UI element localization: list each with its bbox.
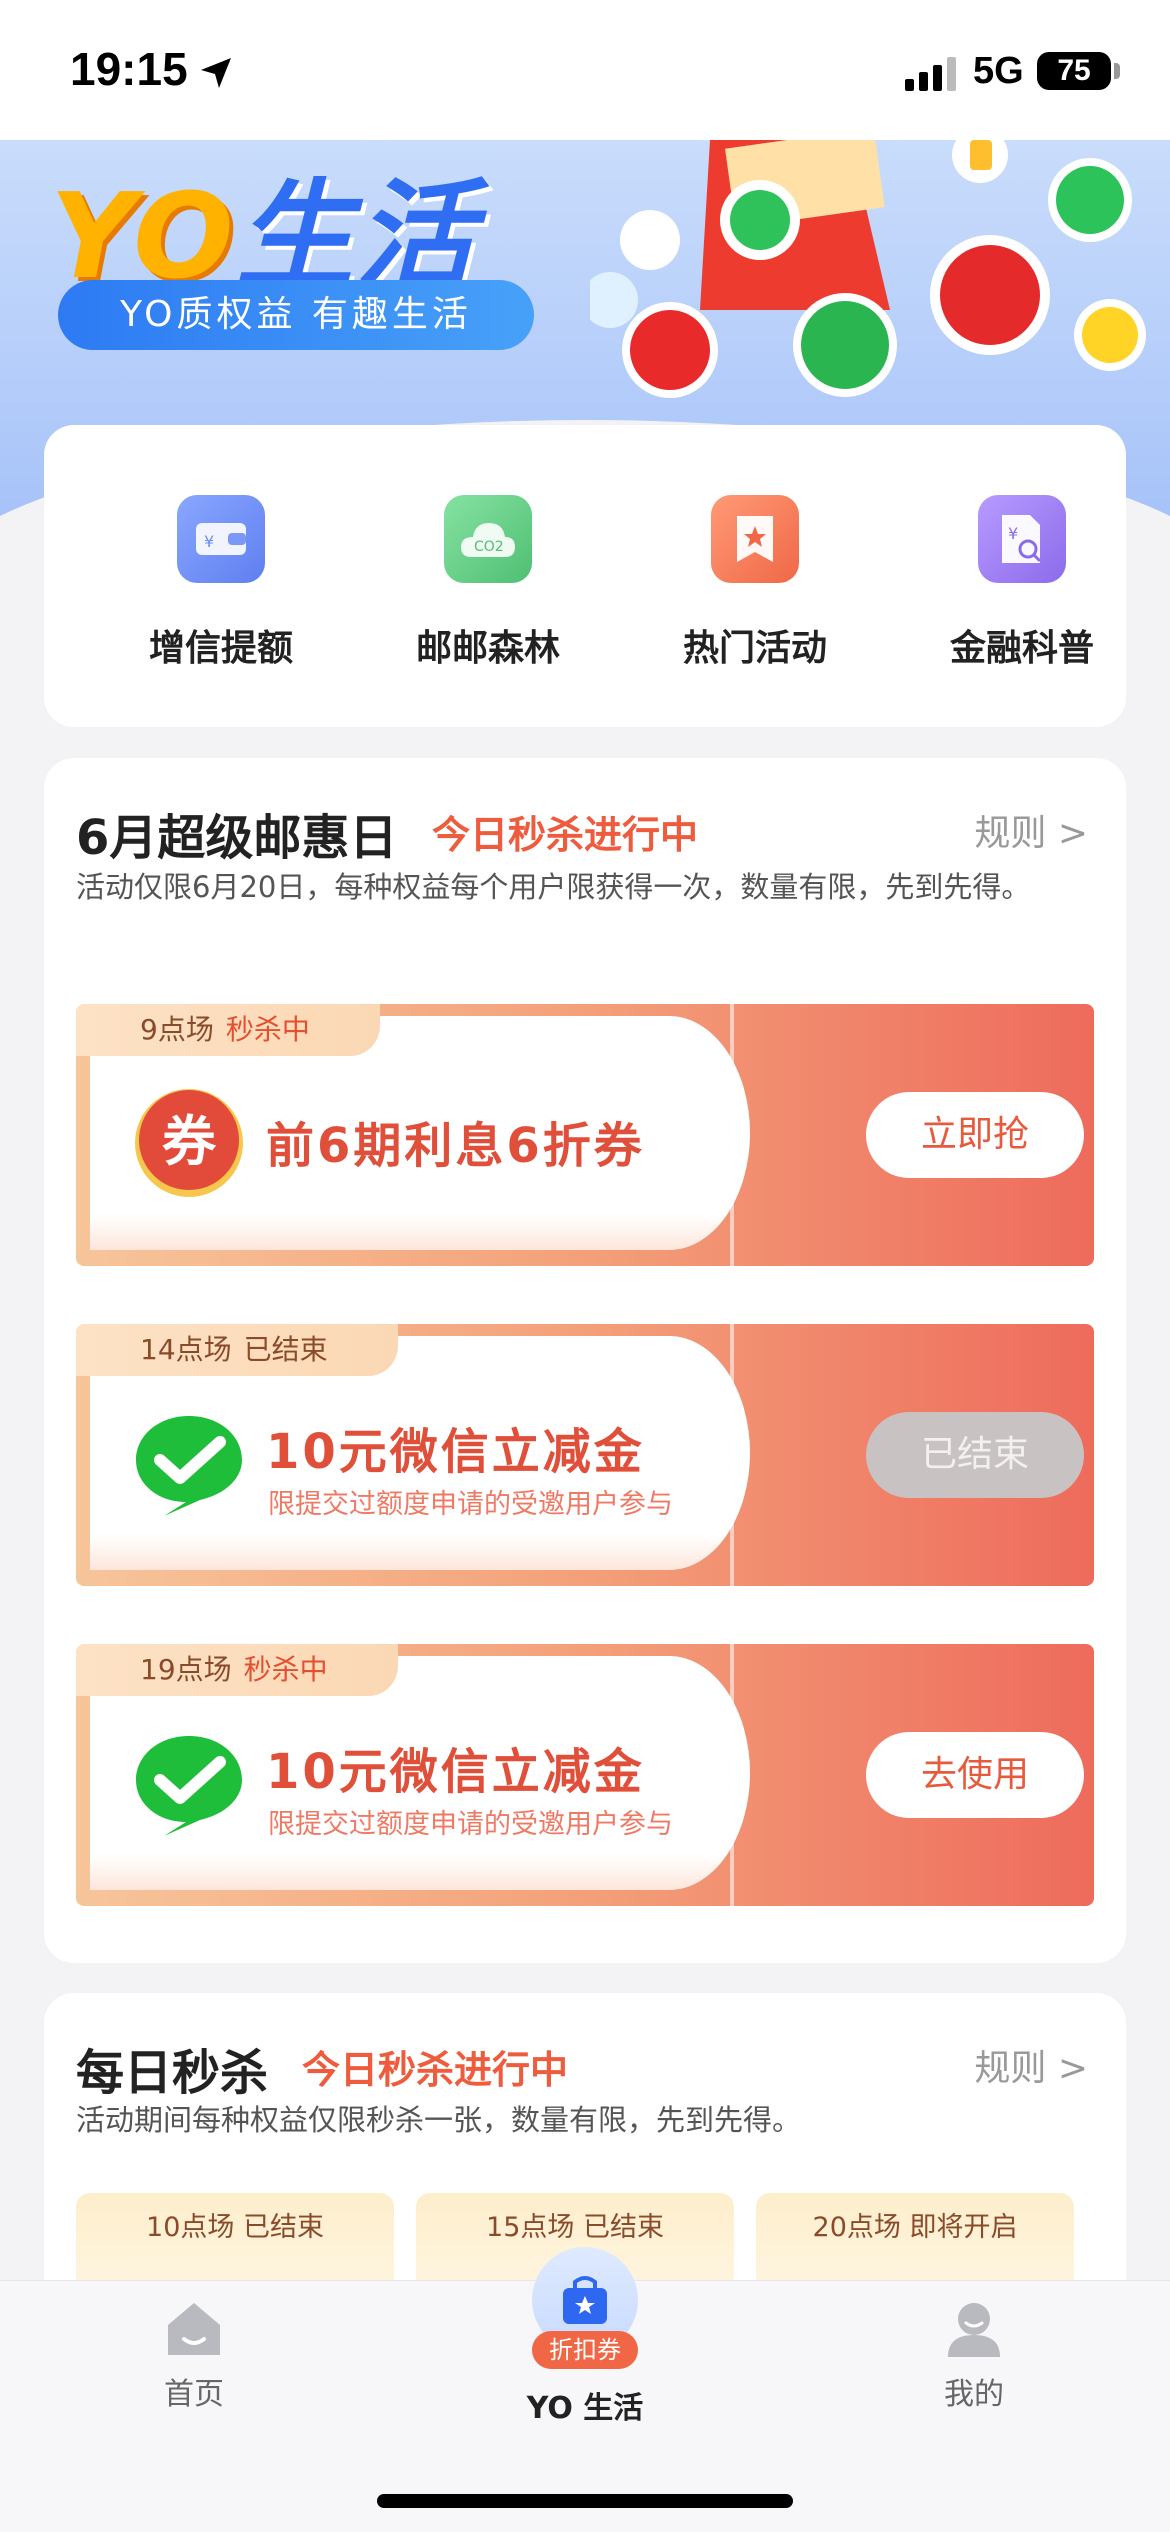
section-title: 每日秒杀 (76, 2045, 269, 2101)
section-hot-label: 今日秒杀进行中 (302, 2048, 569, 2092)
coupon-name: 前6期利息6折券 (266, 1118, 645, 1174)
quick-item-credit[interactable]: ¥ 增信提额 (121, 495, 321, 671)
coupon-card: 9点场 秒杀中 券 前6期利息6折券 立即抢 (76, 1004, 1094, 1266)
quick-label: 热门活动 (682, 628, 827, 669)
network-type: 5G (973, 50, 1024, 92)
co2-cloud-icon: CO2 (444, 495, 532, 583)
wallet-icon: ¥ (177, 495, 265, 583)
use-now-button[interactable]: 去使用 (866, 1732, 1084, 1818)
coupon-divider (730, 1324, 734, 1586)
tab-label: 我的 (944, 2377, 1004, 2412)
quick-menu: ¥ 增信提额 CO2 邮邮森林 热门活动 ¥ 金融科普 (44, 425, 1126, 727)
coupon-icon: 券 (135, 1089, 243, 1197)
coupon-slot-tag: 19点场 秒杀中 (76, 1644, 398, 1696)
coupon-divider (730, 1644, 734, 1906)
profile-icon (948, 2303, 1000, 2357)
coupon-state: 秒杀中 (225, 1013, 310, 1046)
section-title: 6月超级邮惠日 (76, 810, 398, 866)
section-hot-label: 今日秒杀进行中 (432, 813, 699, 857)
grab-now-button[interactable]: 立即抢 (866, 1092, 1084, 1178)
rules-link[interactable]: 规则 > (974, 804, 1088, 856)
svg-text:券: 券 (162, 1110, 217, 1173)
quick-label: 增信提额 (148, 628, 293, 669)
battery-cap (1114, 63, 1120, 79)
status-time: 19:15 (70, 43, 188, 95)
hero-illustration (590, 140, 1146, 398)
coupon-divider (730, 1004, 734, 1266)
coupon-slot-tag: 9点场 秒杀中 (76, 1004, 380, 1056)
coupon-state: 秒杀中 (243, 1653, 328, 1686)
home-icon (168, 2303, 220, 2355)
tab-yo-life-label[interactable]: YO 生活 (485, 2377, 685, 2427)
coupon-slot: 19点场 (140, 1653, 232, 1686)
svg-text:CO2: CO2 (474, 539, 504, 555)
quick-item-events[interactable]: 热门活动 (655, 495, 855, 671)
coupon-slot: 9点场 (140, 1013, 214, 1046)
coupon-state: 已结束 (243, 1333, 328, 1366)
finance-doc-icon: ¥ (978, 495, 1066, 583)
wechat-icon (136, 1736, 242, 1836)
shopping-bag-icon (563, 2276, 607, 2324)
coupon-name: 10元微信立减金 (266, 1424, 645, 1480)
coupon-note: 限提交过额度申请的受邀用户参与 (268, 1489, 673, 1520)
ended-button[interactable]: 已结束 (866, 1412, 1084, 1498)
battery-icon: 75 (1037, 52, 1111, 90)
home-indicator (377, 2494, 793, 2508)
status-bar: 19:15 5G 75 (0, 0, 1170, 140)
coupon-card: 19点场 秒杀中 10元微信立减金 限提交过额度申请的受邀用户参与 去使用 (76, 1644, 1094, 1906)
hero-subtitle: YO质权益 有趣生活 (58, 280, 534, 350)
coupon-card: 14点场 已结束 10元微信立减金 限提交过额度申请的受邀用户参与 已结束 (76, 1324, 1094, 1586)
slot-label: 20点场 即将开启 (812, 2212, 1018, 2243)
coupon-slot: 14点场 (140, 1333, 232, 1366)
rules-link[interactable]: 规则 > (974, 2039, 1088, 2091)
slot-label: 15点场 已结束 (486, 2212, 664, 2243)
tab-label: YO 生活 (526, 2391, 644, 2426)
slot-label: 10点场 已结束 (146, 2212, 324, 2243)
location-arrow-icon (201, 58, 231, 88)
tab-label: 首页 (164, 2377, 224, 2412)
quick-item-forest[interactable]: CO2 邮邮森林 (388, 495, 588, 671)
section-desc: 活动仅限6月20日，每种权益每个用户限获得一次，数量有限，先到先得。 (76, 870, 1031, 904)
section-desc: 活动期间每种权益仅限秒杀一张，数量有限，先到先得。 (76, 2103, 802, 2137)
signal-icon (905, 57, 956, 91)
quick-item-finance[interactable]: ¥ 金融科普 (922, 495, 1122, 671)
quick-label: 邮邮森林 (415, 628, 560, 669)
svg-text:¥: ¥ (1008, 524, 1018, 543)
tab-home[interactable]: 首页 (94, 2299, 294, 2413)
coupon-name: 10元微信立减金 (266, 1744, 645, 1800)
super-day-card: 6月超级邮惠日 今日秒杀进行中 规则 > 活动仅限6月20日，每种权益每个用户限… (44, 758, 1126, 1963)
quick-label: 金融科普 (949, 628, 1094, 669)
star-bookmark-icon (711, 495, 799, 583)
wechat-icon (136, 1416, 242, 1516)
tab-mine[interactable]: 我的 (874, 2299, 1074, 2413)
coupon-slot-tag: 14点场 已结束 (76, 1324, 398, 1376)
coupon-note: 限提交过额度申请的受邀用户参与 (268, 1809, 673, 1840)
discount-badge: 折扣券 (532, 2331, 638, 2369)
svg-text:¥: ¥ (204, 532, 214, 551)
